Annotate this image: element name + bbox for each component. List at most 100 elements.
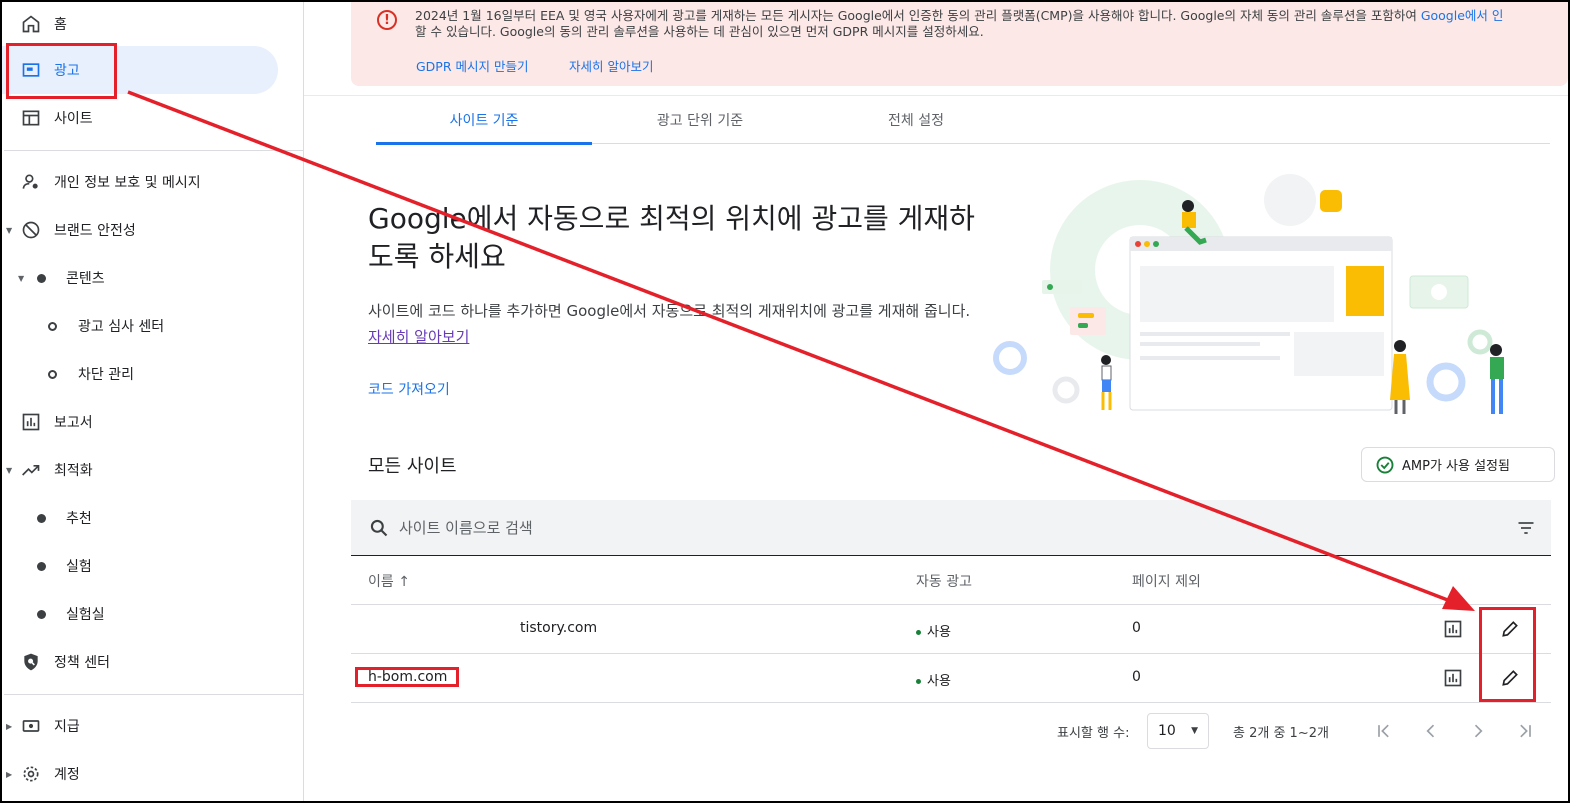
search-input[interactable] xyxy=(399,514,1299,542)
all-sites-title: 모든 사이트 xyxy=(368,456,457,477)
caret-down-icon: ▼ xyxy=(6,465,13,475)
bar-chart-icon xyxy=(20,411,42,433)
nav-policy-center[interactable]: 정책 센터 xyxy=(2,638,304,686)
bullet-icon xyxy=(37,273,46,283)
block-icon xyxy=(20,219,42,241)
next-page-icon[interactable] xyxy=(1463,716,1493,746)
nav-policy-center-label: 정책 센터 xyxy=(54,655,110,671)
nav-recommendations-label: 추천 xyxy=(66,511,92,527)
rows-per-page-label: 표시할 행 수: xyxy=(1057,725,1130,741)
banner-learn-more-link[interactable]: 자세히 알아보기 xyxy=(569,56,653,75)
nav-optimization-label: 최적화 xyxy=(54,463,93,479)
tab-by-site[interactable]: 사이트 기준 xyxy=(376,96,592,145)
report-icon[interactable] xyxy=(1442,667,1464,689)
report-icon[interactable] xyxy=(1442,618,1464,640)
hero-title: Google에서 자동으로 최적의 위치에 광고를 게재하도록 하세요 xyxy=(368,202,975,273)
bullet-icon xyxy=(37,561,46,571)
nav-account-label: 계정 xyxy=(54,767,80,783)
privacy-icon xyxy=(20,171,42,193)
pagination-range: 총 2개 중 1~2개 xyxy=(1233,725,1329,741)
trending-up-icon xyxy=(20,459,42,481)
main-content: ! 2024년 1월 16일부터 EEA 및 영국 사용자에게 광고를 게재하는… xyxy=(304,0,1568,803)
annotation-box-edit-buttons xyxy=(1479,607,1536,702)
auto-ads-illustration xyxy=(993,174,1504,414)
caret-down-icon: ▼ xyxy=(18,273,25,283)
first-page-icon[interactable] xyxy=(1369,716,1399,746)
caret-right-icon: ▶ xyxy=(6,721,13,731)
nav-blocking[interactable]: 차단 관리 xyxy=(2,350,304,398)
table-row: tistory.com 사용 0 xyxy=(351,605,1551,654)
banner-line1: 2024년 1월 16일부터 EEA 및 영국 사용자에게 광고를 게재하는 모… xyxy=(415,8,1421,23)
sites-icon xyxy=(20,107,42,129)
nav-experiments[interactable]: 실험 xyxy=(2,542,304,590)
nav-ad-review[interactable]: 광고 심사 센터 xyxy=(2,302,304,350)
nav-lab[interactable]: 실험실 xyxy=(2,590,304,638)
gear-icon xyxy=(20,763,42,785)
site-name: tistory.com xyxy=(520,620,598,636)
bullet-icon xyxy=(37,513,46,523)
nav-privacy-label: 개인 정보 보호 및 메시지 xyxy=(54,175,201,191)
nav-reports-label: 보고서 xyxy=(54,415,93,431)
nav-brand-safety-label: 브랜드 안전성 xyxy=(54,223,136,239)
chevron-down-icon: ▼ xyxy=(1191,726,1198,736)
nav-content[interactable]: ▼ 콘텐츠 xyxy=(2,254,304,302)
sidebar-divider xyxy=(4,150,304,151)
last-page-icon[interactable] xyxy=(1510,716,1540,746)
nav-recommendations[interactable]: 추천 xyxy=(2,494,304,542)
amp-enabled-button[interactable]: AMP가 사용 설정됨 xyxy=(1361,447,1555,482)
shield-search-icon xyxy=(20,651,42,673)
previous-page-icon[interactable] xyxy=(1416,716,1446,746)
nav-account[interactable]: ▶ 계정 xyxy=(2,750,304,798)
excluded-pages-count: 0 xyxy=(1132,669,1141,685)
caret-down-icon: ▼ xyxy=(6,225,13,235)
sidebar-divider xyxy=(4,694,304,695)
nav-ad-review-label: 광고 심사 센터 xyxy=(78,319,165,335)
sidebar: 홈 광고 사이트 개인 정보 보호 및 메시지 ▼ 브랜드 안전성 ▼ 콘텐츠 xyxy=(2,0,304,803)
auto-ads-status: 사용 xyxy=(916,621,951,640)
caret-right-icon: ▶ xyxy=(6,769,13,779)
annotation-box-site-name xyxy=(355,667,459,687)
search-icon xyxy=(370,519,388,537)
hero-description: 사이트에 코드 하나를 추가하면 Google에서 자동으로 최적의 게재위치에… xyxy=(368,302,971,346)
nav-home-label: 홈 xyxy=(54,17,67,33)
table-row: h-bom.com 사용 0 xyxy=(351,654,1551,703)
amp-enabled-label: AMP가 사용 설정됨 xyxy=(1402,459,1510,474)
nav-payments[interactable]: ▶ 지급 xyxy=(2,702,304,750)
nav-content-label: 콘텐츠 xyxy=(66,271,105,287)
bullet-icon xyxy=(37,609,46,619)
nav-privacy[interactable]: 개인 정보 보호 및 메시지 xyxy=(2,158,304,206)
nav-experiments-label: 실험 xyxy=(66,559,92,575)
nav-home[interactable]: 홈 xyxy=(2,0,304,48)
auto-ads-status: 사용 xyxy=(916,670,951,689)
check-circle-icon xyxy=(1376,456,1394,474)
nav-payments-label: 지급 xyxy=(54,719,80,735)
nav-brand-safety[interactable]: ▼ 브랜드 안전성 xyxy=(2,206,304,254)
annotation-box-ads-menu xyxy=(6,43,117,99)
tab-global-settings[interactable]: 전체 설정 xyxy=(808,96,1024,144)
nav-optimization[interactable]: ▼ 최적화 xyxy=(2,446,304,494)
nav-blocking-label: 차단 관리 xyxy=(78,367,134,383)
nav-sites-label: 사이트 xyxy=(54,111,93,127)
site-search-bar xyxy=(351,500,1551,556)
filter-icon[interactable] xyxy=(1515,518,1537,538)
tab-by-ad-unit[interactable]: 광고 단위 기준 xyxy=(592,96,808,144)
nav-sites[interactable]: 사이트 xyxy=(2,94,304,142)
nav-lab-label: 실험실 xyxy=(66,607,105,623)
payments-icon xyxy=(20,715,42,737)
tabs: 사이트 기준 광고 단위 기준 전체 설정 xyxy=(376,96,1550,145)
create-gdpr-message-button[interactable]: GDPR 메시지 만들기 xyxy=(416,56,528,75)
rows-per-page-select[interactable]: 10 ▼ xyxy=(1147,713,1209,749)
column-excluded-pages-header: 페이지 제외 xyxy=(1132,574,1201,590)
circle-icon xyxy=(48,369,57,379)
banner-line2: 할 수 있습니다. Google의 동의 관리 솔루션을 사용하는 데 관심이 … xyxy=(415,24,984,39)
banner-message: 2024년 1월 16일부터 EEA 및 영국 사용자에게 광고를 게재하는 모… xyxy=(415,8,1565,40)
hero-learn-more-link[interactable]: 자세히 알아보기 xyxy=(368,328,469,346)
banner-inline-link[interactable]: Google에서 인 xyxy=(1421,8,1504,23)
column-auto-ads-header: 자동 광고 xyxy=(916,574,972,590)
get-code-button[interactable]: 코드 가져오기 xyxy=(368,376,450,402)
alert-icon: ! xyxy=(377,10,397,30)
column-name-header[interactable]: 이름 ↑ xyxy=(368,571,410,591)
nav-reports[interactable]: 보고서 xyxy=(2,398,304,446)
excluded-pages-count: 0 xyxy=(1132,620,1141,636)
table-header: 이름 ↑ 자동 광고 페이지 제외 xyxy=(351,557,1551,605)
